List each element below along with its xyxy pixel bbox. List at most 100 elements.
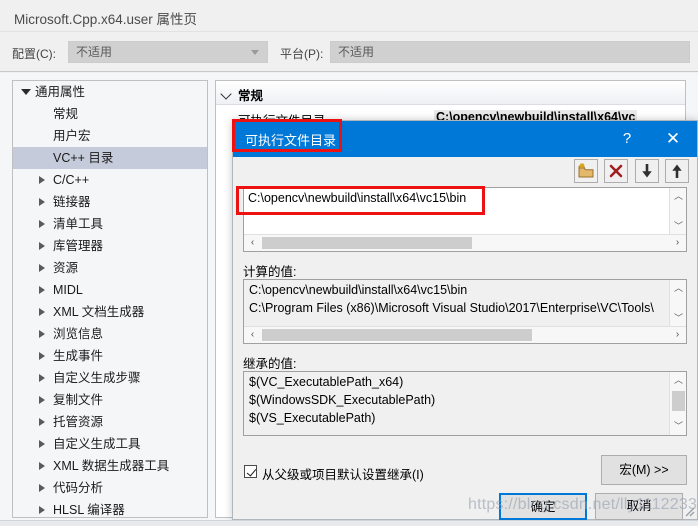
- sidebar-item-label: 用户宏: [53, 129, 91, 143]
- expander-closed-icon[interactable]: [35, 279, 49, 301]
- expander-closed-icon[interactable]: [35, 257, 49, 279]
- new-folder-icon[interactable]: [573, 159, 598, 183]
- tree-list: 通用属性 常规 用户宏 VC++ 目录 C/C++ 链接器 清单工具 库管理器 资源 MIDL XM…: [13, 81, 207, 517]
- scrollbar-thumb[interactable]: [262, 237, 472, 249]
- sidebar-item-label: VC++ 目录: [53, 151, 114, 165]
- checkbox-icon[interactable]: [244, 465, 257, 478]
- scroll-left-icon[interactable]: ‹: [244, 327, 261, 343]
- sidebar-item-16[interactable]: 自定义生成工具: [13, 433, 207, 455]
- sidebar-item-2[interactable]: 用户宏: [13, 125, 207, 147]
- sidebar-item-11[interactable]: 浏览信息: [13, 323, 207, 345]
- sidebar-item-3[interactable]: VC++ 目录: [13, 147, 207, 169]
- sidebar-item-12[interactable]: 生成事件: [13, 345, 207, 367]
- configuration-dropdown[interactable]: 不适用: [68, 41, 268, 63]
- expander-closed-icon[interactable]: [35, 477, 49, 499]
- listbox-horizontal-scrollbar[interactable]: ‹ ›: [244, 234, 686, 251]
- inherited-values-box[interactable]: $(VC_ExecutablePath_x64) $(WindowsSDK_Ex…: [243, 371, 687, 436]
- sidebar-item-17[interactable]: XML 数据生成器工具: [13, 455, 207, 477]
- sidebar-item-label: 通用属性: [35, 85, 86, 99]
- scroll-down-icon[interactable]: ﹀: [670, 310, 687, 327]
- sidebar-item-label: XML 数据生成器工具: [53, 459, 170, 473]
- delete-icon[interactable]: [604, 159, 629, 183]
- directory-entry[interactable]: C:\opencv\newbuild\install\x64\vc15\bin: [248, 191, 466, 205]
- sidebar-item-label: 代码分析: [53, 481, 104, 495]
- sidebar-item-7[interactable]: 库管理器: [13, 235, 207, 257]
- cancel-button[interactable]: 取消: [595, 493, 683, 520]
- sidebar-item-1[interactable]: 常规: [13, 103, 207, 125]
- expander-closed-icon[interactable]: [35, 499, 49, 517]
- ok-button[interactable]: 确定: [499, 493, 587, 520]
- expander-open-icon[interactable]: [19, 81, 33, 103]
- sidebar-item-14[interactable]: 复制文件: [13, 389, 207, 411]
- computed-vertical-scrollbar[interactable]: ︿ ﹀: [669, 280, 686, 327]
- sidebar-item-4[interactable]: C/C++: [13, 169, 207, 191]
- configuration-value: 不适用: [76, 45, 113, 59]
- scroll-up-icon[interactable]: ︿: [670, 280, 687, 297]
- sidebar-item-13[interactable]: 自定义生成步骤: [13, 367, 207, 389]
- expander-closed-icon[interactable]: [35, 213, 49, 235]
- window-bottom-strip: [0, 520, 698, 526]
- property-group-header[interactable]: 常规: [216, 81, 685, 105]
- inherited-value-line: $(VC_ExecutablePath_x64): [249, 375, 404, 389]
- sidebar-item-18[interactable]: 代码分析: [13, 477, 207, 499]
- sidebar-item-label: 自定义生成工具: [53, 437, 141, 451]
- expander-closed-icon[interactable]: [35, 455, 49, 477]
- dialog-titlebar: 可执行文件目录 ? ✕: [233, 121, 697, 157]
- move-up-icon[interactable]: [665, 159, 689, 183]
- close-icon[interactable]: ✕: [651, 121, 695, 157]
- property-pages-window: Microsoft.Cpp.x64.user 属性页 配置(C): 不适用 平台…: [0, 0, 698, 526]
- sidebar-item-label: 浏览信息: [53, 327, 104, 341]
- expander-closed-icon[interactable]: [35, 301, 49, 323]
- sidebar-item-19[interactable]: HLSL 编译器: [13, 499, 207, 517]
- sidebar-item-label: 托管资源: [53, 415, 104, 429]
- sidebar-item-5[interactable]: 链接器: [13, 191, 207, 213]
- computed-horizontal-scrollbar[interactable]: ‹ ›: [244, 326, 686, 343]
- executable-directories-dialog: 可执行文件目录 ? ✕ C:\opencv\newbuild\install\x…: [232, 120, 698, 520]
- expander-closed-icon[interactable]: [35, 345, 49, 367]
- expander-closed-icon[interactable]: [35, 433, 49, 455]
- expander-closed-icon[interactable]: [35, 389, 49, 411]
- sidebar-item-9[interactable]: MIDL: [13, 279, 207, 301]
- expander-closed-icon[interactable]: [35, 235, 49, 257]
- inherited-vertical-scrollbar[interactable]: ︿ ﹀: [669, 372, 686, 435]
- expander-closed-icon[interactable]: [35, 191, 49, 213]
- resize-grip-icon[interactable]: [681, 503, 695, 517]
- help-icon[interactable]: ?: [605, 121, 649, 157]
- expander-closed-icon[interactable]: [35, 323, 49, 345]
- macro-button[interactable]: 宏(M) >>: [601, 455, 687, 485]
- scroll-down-icon[interactable]: ﹀: [670, 418, 687, 435]
- configuration-label: 配置(C):: [12, 47, 56, 61]
- scroll-up-icon[interactable]: ︿: [670, 188, 687, 205]
- scrollbar-thumb[interactable]: [262, 329, 532, 341]
- inherit-checkbox-label: 从父级或项目默认设置继承(I): [262, 468, 424, 482]
- scroll-right-icon[interactable]: ›: [669, 235, 686, 251]
- expander-closed-icon[interactable]: [35, 411, 49, 433]
- expander-closed-icon[interactable]: [35, 169, 49, 191]
- scroll-up-icon[interactable]: ︿: [670, 372, 687, 389]
- expander-none-icon: [35, 103, 49, 125]
- scroll-left-icon[interactable]: ‹: [244, 235, 261, 251]
- dialog-title: 可执行文件目录: [245, 133, 337, 148]
- sidebar-item-10[interactable]: XML 文档生成器: [13, 301, 207, 323]
- listbox-vertical-scrollbar[interactable]: ︿ ﹀: [669, 188, 686, 235]
- platform-label: 平台(P):: [280, 47, 324, 61]
- scroll-down-icon[interactable]: ﹀: [670, 218, 687, 235]
- chevron-down-icon: [251, 50, 259, 55]
- expander-closed-icon[interactable]: [35, 367, 49, 389]
- sidebar-item-15[interactable]: 托管资源: [13, 411, 207, 433]
- window-title: Microsoft.Cpp.x64.user 属性页: [14, 12, 198, 27]
- sidebar-item-label: 常规: [53, 107, 79, 121]
- sidebar-item-6[interactable]: 清单工具: [13, 213, 207, 235]
- move-down-icon[interactable]: [634, 159, 659, 183]
- property-tree[interactable]: 通用属性 常规 用户宏 VC++ 目录 C/C++ 链接器 清单工具 库管理器 资源 MIDL XM…: [12, 80, 208, 518]
- directories-listbox[interactable]: C:\opencv\newbuild\install\x64\vc15\bin …: [243, 187, 687, 252]
- scrollbar-thumb[interactable]: [672, 391, 685, 411]
- sidebar-item-label: 自定义生成步骤: [53, 371, 141, 385]
- sidebar-item-8[interactable]: 资源: [13, 257, 207, 279]
- expander-none-icon: [35, 125, 49, 147]
- platform-value: 不适用: [338, 45, 375, 59]
- computed-values-box[interactable]: C:\opencv\newbuild\install\x64\vc15\bin …: [243, 279, 687, 344]
- platform-dropdown[interactable]: 不适用: [330, 41, 690, 63]
- scroll-right-icon[interactable]: ›: [669, 327, 686, 343]
- sidebar-item-0[interactable]: 通用属性: [13, 81, 207, 103]
